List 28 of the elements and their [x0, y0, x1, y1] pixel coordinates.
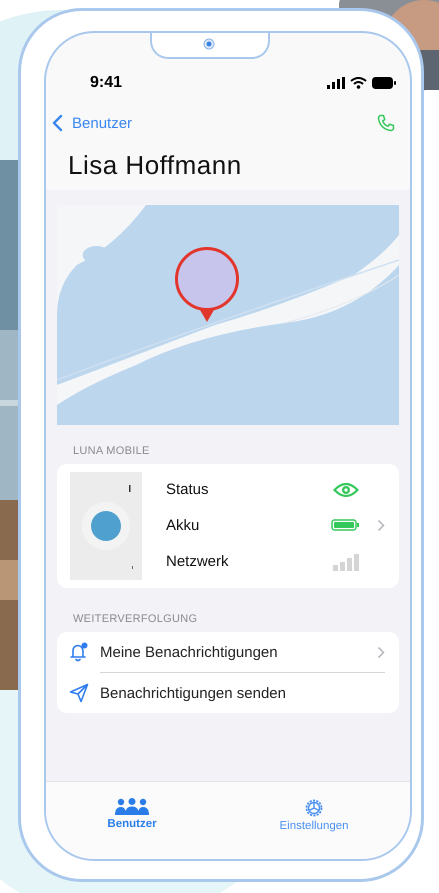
signal-icon [327, 77, 345, 89]
camera-icon [203, 38, 215, 50]
row-label: Akku [166, 516, 200, 534]
back-link[interactable]: Benutzer [52, 114, 132, 132]
chevron-icon[interactable] [377, 646, 385, 658]
battery-icon [372, 77, 396, 89]
section-heading: LUNA MOBILE [72, 444, 151, 459]
battery-icon [331, 519, 359, 532]
pin-tip-icon [200, 310, 214, 322]
list-item[interactable]: Meine Benachrichtigungen [100, 644, 366, 660]
page-title: Lisa Hoffmann [67, 149, 243, 182]
row-label: Status [166, 481, 210, 498]
users-icon [114, 798, 150, 816]
row-label: Netzwerk [166, 553, 230, 570]
signal-icon [333, 552, 359, 571]
send-icon [69, 683, 89, 703]
bell-icon [69, 642, 89, 662]
status-time: 9:41 [90, 74, 122, 92]
eye-icon [333, 482, 359, 498]
tab[interactable]: Einstellungen [275, 798, 353, 832]
wifi-icon [350, 77, 367, 89]
chevron-icon [52, 114, 63, 132]
section-heading: WEITERVERFOLGUNG [72, 612, 198, 627]
chevron-icon[interactable] [377, 518, 385, 532]
gear-icon [304, 798, 324, 818]
list-item[interactable]: Benachrichtigungen senden [100, 684, 385, 702]
phone-icon[interactable] [376, 113, 396, 133]
tab[interactable]: Benutzer [103, 798, 161, 830]
